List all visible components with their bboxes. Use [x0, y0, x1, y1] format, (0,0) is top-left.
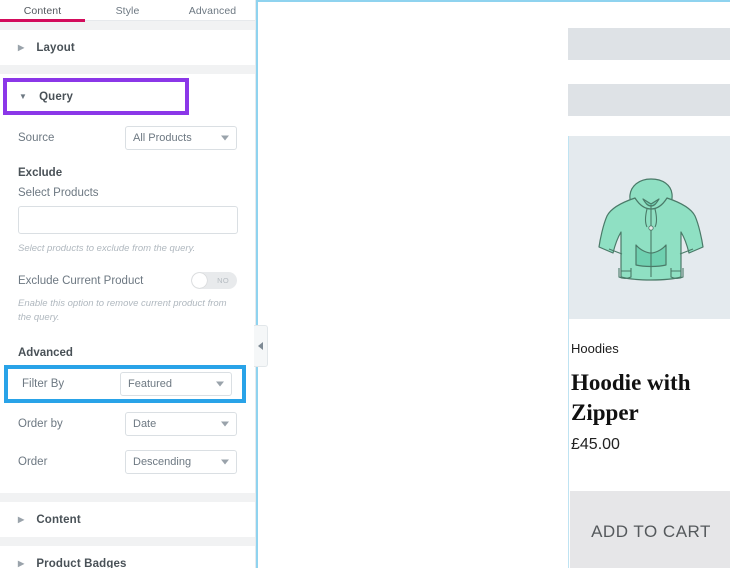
order-label: Order	[18, 456, 48, 468]
toggle-knob	[192, 273, 207, 288]
filter-by-select[interactable]: Featured	[120, 372, 232, 396]
exclude-group-title: Exclude	[18, 167, 63, 179]
exclude-current-hint: Enable this option to remove current pro…	[18, 298, 227, 323]
chevron-down-icon	[216, 381, 224, 387]
source-row: Source All Products	[18, 119, 237, 157]
exclude-current-row: Exclude Current Product NO	[18, 272, 237, 289]
tab-advanced-label: Advanced	[188, 4, 237, 17]
chevron-right-icon: ▶	[18, 42, 25, 52]
order-by-select[interactable]: Date	[125, 412, 237, 436]
filter-by-row: Filter By Featured	[22, 369, 232, 399]
order-by-row: Order by Date	[18, 405, 237, 443]
filter-by-highlight-box: Filter By Featured	[4, 365, 246, 403]
tab-advanced[interactable]: Advanced	[170, 0, 255, 21]
product-category: Hoodies	[571, 341, 619, 356]
section-title-content: Content	[36, 513, 81, 526]
order-by-value: Date	[133, 418, 157, 430]
product-card[interactable]: Hoodies Hoodie with Zipper £45.00 ADD TO…	[568, 136, 730, 568]
advanced-group-title: Advanced	[18, 347, 73, 359]
toggle-state-label: NO	[217, 276, 229, 285]
order-by-label: Order by	[18, 418, 63, 430]
exclude-current-label: Exclude Current Product	[18, 274, 144, 287]
chevron-down-icon: ▼	[19, 91, 28, 101]
source-label: Source	[18, 132, 55, 144]
order-value: Descending	[133, 456, 192, 468]
section-divider	[0, 493, 255, 502]
select-products-label: Select Products	[18, 187, 99, 199]
placeholder-bar	[568, 84, 730, 116]
elementor-editor: Content Style Advanced ▶ Layout ▼ Query	[0, 0, 730, 568]
tab-style[interactable]: Style	[85, 0, 170, 21]
source-select[interactable]: All Products	[125, 126, 237, 150]
preview-canvas: Hoodies Hoodie with Zipper £45.00 ADD TO…	[256, 0, 730, 568]
filter-by-value: Featured	[128, 378, 173, 390]
panel-collapse-handle[interactable]	[254, 325, 268, 367]
chevron-down-icon	[221, 135, 229, 141]
hoodie-illustration-icon	[597, 178, 704, 281]
order-select[interactable]: Descending	[125, 450, 237, 474]
chevron-down-icon	[221, 459, 229, 465]
section-divider	[0, 21, 255, 30]
select-products-hint: Select products to exclude from the quer…	[18, 243, 196, 254]
tab-content[interactable]: Content	[0, 0, 85, 22]
product-image	[569, 136, 730, 319]
exclude-current-toggle[interactable]: NO	[191, 272, 237, 289]
section-header-layout[interactable]: ▶ Layout	[0, 30, 255, 65]
tab-content-label: Content	[23, 4, 62, 17]
chevron-right-icon: ▶	[18, 558, 25, 568]
select-products-input[interactable]	[18, 206, 238, 234]
chevron-down-icon	[221, 421, 229, 427]
settings-panel: Content Style Advanced ▶ Layout ▼ Query	[0, 0, 256, 568]
source-select-value: All Products	[133, 132, 192, 144]
placeholder-bar	[568, 28, 730, 60]
filter-by-label: Filter By	[22, 378, 65, 390]
chevron-left-icon	[258, 342, 263, 350]
section-header-product-badges[interactable]: ▶ Product Badges	[0, 546, 255, 568]
section-header-query[interactable]: ▼ Query	[7, 82, 185, 111]
section-divider	[0, 65, 255, 74]
tab-style-label: Style	[115, 4, 140, 17]
order-row: Order Descending	[18, 443, 237, 481]
chevron-right-icon: ▶	[18, 514, 25, 524]
section-title-product-badges: Product Badges	[36, 557, 127, 568]
query-section-body: Source All Products Exclude Select Produ…	[0, 119, 255, 481]
query-highlight-box: ▼ Query	[3, 78, 189, 115]
section-header-query-wrap: ▼ Query	[0, 78, 255, 115]
section-divider	[0, 537, 255, 546]
add-to-cart-button[interactable]: ADD TO CART	[570, 491, 730, 568]
section-title-query: Query	[39, 90, 74, 103]
product-price: £45.00	[571, 436, 620, 453]
panel-tabs: Content Style Advanced	[0, 0, 255, 22]
section-header-content[interactable]: ▶ Content	[0, 502, 255, 537]
section-title-layout: Layout	[36, 41, 75, 54]
product-title[interactable]: Hoodie with Zipper	[569, 368, 730, 428]
